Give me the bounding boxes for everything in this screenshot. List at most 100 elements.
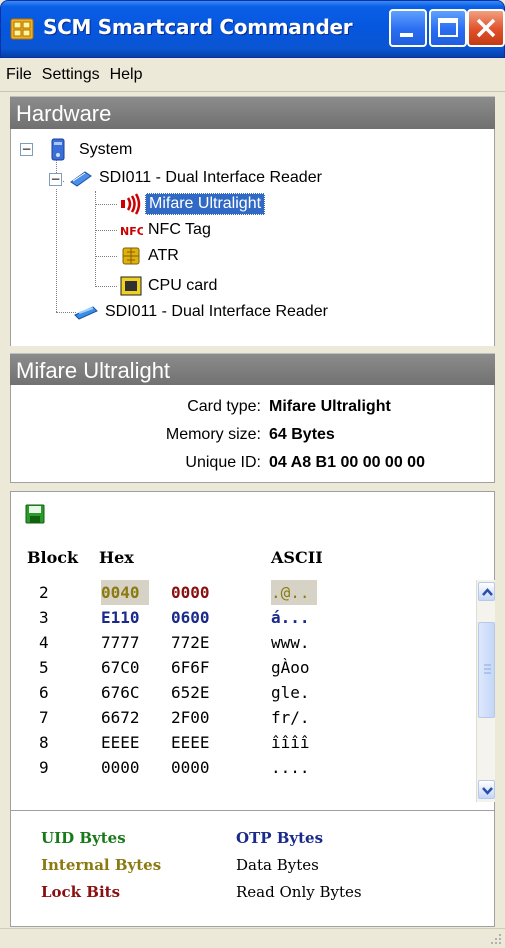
- ascii-cell: ....: [271, 758, 310, 777]
- block-number: 8: [39, 733, 49, 752]
- memory-row: 2 0040 0000 .@..: [11, 580, 476, 605]
- hex-cell: EEEE: [101, 733, 140, 752]
- column-header-hex: Hex: [99, 548, 134, 567]
- ascii-cell: .@..: [271, 580, 317, 605]
- tree-item-atr[interactable]: ATR: [119, 243, 182, 269]
- block-number: 9: [39, 758, 49, 777]
- menu-file[interactable]: File: [6, 66, 32, 84]
- unique-id-label: Unique ID:: [185, 454, 261, 471]
- card-reader-icon: [74, 306, 98, 320]
- hex-cell: 6F6F: [171, 658, 210, 677]
- tree-label-atr: ATR: [148, 247, 179, 264]
- memory-row: 5 67C0 6F6F gÀoo: [11, 655, 476, 680]
- tree-label-reader-2: SDI011 - Dual Interface Reader: [105, 303, 328, 320]
- memory-size-label: Memory size:: [165, 426, 261, 443]
- legend-internal-bytes: Internal Bytes: [41, 856, 162, 874]
- window-title: SCM Smartcard Commander: [43, 15, 353, 39]
- menu-settings[interactable]: Settings: [42, 66, 100, 84]
- hex-cell-lock: 0000: [171, 583, 210, 602]
- grip-icon: [484, 664, 491, 674]
- chip-icon: [122, 247, 140, 265]
- ascii-cell: www.: [271, 633, 310, 652]
- block-number: 4: [39, 633, 49, 652]
- hex-cell: EEEE: [171, 733, 210, 752]
- nfc-logo-icon: NFC: [119, 223, 143, 238]
- svg-text:NFC: NFC: [120, 225, 143, 238]
- column-header-ascii: ASCII: [271, 548, 323, 567]
- card-info-panel: Card type: Mifare Ultralight Memory size…: [10, 385, 495, 483]
- card-type-label: Card type:: [187, 398, 261, 415]
- menu-help[interactable]: Help: [110, 66, 143, 84]
- ascii-cell: gÀoo: [271, 658, 310, 677]
- ascii-cell: gle.: [271, 683, 310, 702]
- block-number: 7: [39, 708, 49, 727]
- tree-label-cpu-card: CPU card: [148, 277, 218, 294]
- maximize-icon: [438, 18, 458, 37]
- memory-scrollbar[interactable]: [476, 580, 495, 802]
- tree-item-reader-1[interactable]: SDI011 - Dual Interface Reader: [69, 165, 325, 191]
- ascii-cell: á...: [271, 608, 310, 627]
- tree-item-cpu-card[interactable]: CPU card: [119, 273, 220, 299]
- tree-item-nfc-tag[interactable]: NFC NFC Tag: [119, 217, 214, 243]
- hex-cell: 0000: [171, 758, 210, 777]
- memory-row: 3 E110 0600 á...: [11, 605, 476, 630]
- memory-row: 6 676C 652E gle.: [11, 680, 476, 705]
- scroll-down-button[interactable]: [478, 780, 495, 799]
- details-header: Mifare Ultralight: [10, 353, 495, 386]
- scroll-up-button[interactable]: [478, 582, 495, 601]
- chevron-up-icon: [482, 588, 493, 596]
- maximize-button[interactable]: [429, 9, 467, 47]
- memory-row: 8 EEEE EEEE îîîî: [11, 730, 476, 755]
- tree-item-mifare-ultralight[interactable]: Mifare Ultralight: [119, 191, 266, 217]
- save-icon[interactable]: [25, 504, 45, 524]
- tree-item-reader-2[interactable]: SDI011 - Dual Interface Reader: [73, 299, 331, 325]
- close-icon: [476, 18, 496, 38]
- hex-cell-otp: E110: [101, 608, 140, 627]
- block-number: 2: [39, 583, 49, 602]
- hex-cell: 676C: [101, 683, 140, 702]
- hex-cell: 772E: [171, 633, 210, 652]
- cpu-chip-icon: [120, 276, 142, 296]
- scm-logo-icon: [10, 18, 34, 40]
- chevron-down-icon: [482, 787, 493, 795]
- memory-row: 7 6672 2F00 fr/.: [11, 705, 476, 730]
- tree-item-system[interactable]: System: [47, 137, 135, 163]
- legend-divider: [11, 810, 494, 811]
- legend-lock-bits: Lock Bits: [41, 883, 121, 901]
- hex-cell: 0000: [101, 758, 140, 777]
- memory-grid[interactable]: 2 0040 0000 .@.. 3 E110 0600 á... 4 7777…: [11, 580, 476, 802]
- hex-cell: 6672: [101, 708, 140, 727]
- resize-grip-icon[interactable]: [489, 932, 503, 946]
- hex-cell-internal: 0040: [101, 580, 149, 605]
- memory-row: 4 7777 772E www.: [11, 630, 476, 655]
- reader1-collapse-toggle[interactable]: −: [49, 173, 62, 186]
- ascii-cell: fr/.: [271, 708, 310, 727]
- hardware-tree: − System − SDI011 - Dual Interface Reade…: [10, 129, 495, 346]
- hex-cell: 67C0: [101, 658, 140, 677]
- minimize-button[interactable]: [389, 9, 427, 47]
- block-number: 5: [39, 658, 49, 677]
- unique-id-value: 04 A8 B1 00 00 00 00: [269, 454, 425, 471]
- tree-label-system: System: [79, 141, 133, 158]
- memory-panel: Block Hex ASCII 2 0040 0000 .@.. 3 E110 …: [10, 491, 495, 927]
- close-button[interactable]: [467, 9, 505, 47]
- block-number: 6: [39, 683, 49, 702]
- card-type-value: Mifare Ultralight: [269, 398, 391, 415]
- hardware-header: Hardware: [10, 96, 495, 129]
- legend-uid-bytes: UID Bytes: [41, 829, 126, 847]
- card-reader-icon: [70, 171, 92, 187]
- computer-icon: [51, 138, 65, 161]
- ascii-cell: îîîî: [271, 733, 310, 752]
- system-collapse-toggle[interactable]: −: [20, 143, 33, 156]
- legend-data-bytes: Data Bytes: [236, 856, 319, 874]
- scroll-thumb[interactable]: [478, 622, 495, 718]
- tree-label-mifare-ultralight: Mifare Ultralight: [145, 193, 266, 215]
- minimize-icon: [400, 33, 413, 37]
- memory-size-value: 64 Bytes: [269, 426, 335, 443]
- memory-row: 9 0000 0000 ....: [11, 755, 476, 780]
- hex-cell: 2F00: [171, 708, 210, 727]
- hex-cell-otp: 0600: [171, 608, 210, 627]
- tree-label-reader-1: SDI011 - Dual Interface Reader: [99, 169, 322, 186]
- legend-read-only-bytes: Read Only Bytes: [236, 883, 362, 901]
- hex-cell: 7777: [101, 633, 140, 652]
